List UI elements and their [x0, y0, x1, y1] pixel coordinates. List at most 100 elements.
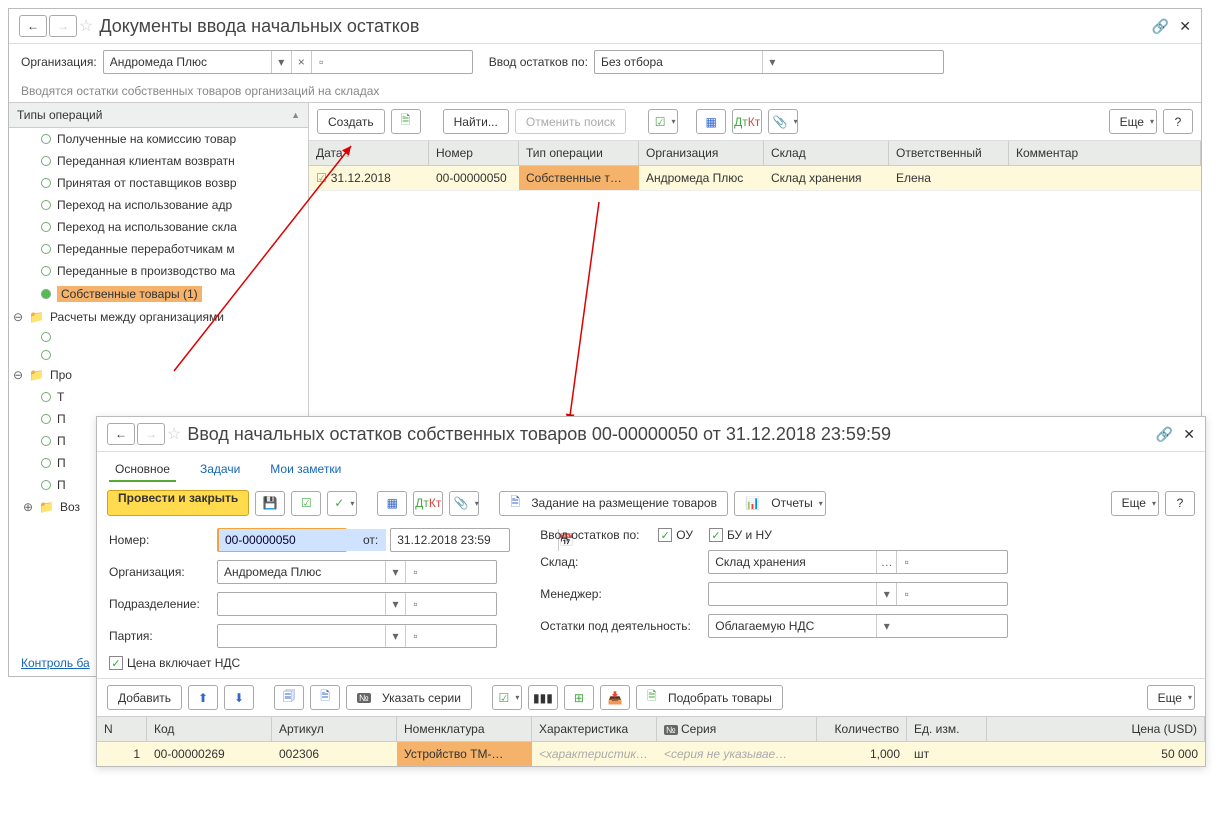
org-dropdown-icon[interactable]: ▾ [271, 51, 291, 73]
org-field[interactable]: ▾▫ [217, 560, 497, 584]
items-toolbar: Добавить ⬆ ⬇ 🗐 🗎 № Указать серии ☑▾ ▮▮▮ … [97, 678, 1205, 716]
tab-main[interactable]: Основное [109, 458, 176, 482]
org-field[interactable]: ▾ × ▫ [103, 50, 473, 74]
party-input[interactable] [218, 625, 385, 647]
open-icon[interactable]: ▫ [896, 551, 916, 573]
task-button[interactable]: 🗎 Задание на размещение товаров [499, 491, 728, 516]
filter-field[interactable]: ▾ [594, 50, 944, 74]
save-button[interactable]: 💾 [255, 491, 285, 516]
more-button[interactable]: Еще▾ [1111, 491, 1159, 516]
org-input[interactable] [104, 51, 271, 73]
dtk-button[interactable]: ДтКт [732, 109, 762, 134]
items-grid[interactable]: N Код Артикул Номенклатура Характеристик… [97, 716, 1205, 766]
number-input[interactable] [219, 529, 386, 551]
party-field[interactable]: ▾▫ [217, 624, 497, 648]
add-button[interactable]: Добавить [107, 685, 182, 710]
reports-button[interactable]: 📊 Отчеты▾ [734, 491, 826, 516]
help-button[interactable]: ? [1165, 491, 1195, 516]
move-up-button[interactable]: ⬆ [188, 685, 218, 710]
link-icon[interactable]: 🔗 [1152, 18, 1169, 35]
wh-label: Склад: [540, 555, 700, 569]
paste-button[interactable]: 🗎 [310, 685, 340, 710]
folder-icon: 📁 [39, 500, 54, 514]
select-icon[interactable]: … [876, 551, 896, 573]
titlebar: ← → ☆ Документы ввода начальных остатков… [9, 9, 1201, 44]
copy-button[interactable]: 🗎 [391, 109, 421, 134]
mgr-input[interactable] [709, 583, 876, 605]
org-input[interactable] [218, 561, 385, 583]
tab-tasks[interactable]: Задачи [194, 458, 246, 482]
dropdown-icon[interactable]: ▾ [385, 625, 405, 647]
favorite-icon[interactable]: ☆ [167, 424, 181, 444]
open-icon[interactable]: ▫ [405, 593, 425, 615]
more-button-2[interactable]: Еще▾ [1147, 685, 1195, 710]
nav-fwd-button[interactable]: → [49, 15, 77, 37]
filter-dropdown-icon[interactable]: ▾ [762, 51, 782, 73]
org-clear-icon[interactable]: × [291, 51, 311, 73]
pick-button[interactable]: 🗎 Подобрать товары [636, 685, 783, 710]
mgr-field[interactable]: ▾▫ [708, 582, 1008, 606]
party-label: Партия: [109, 629, 209, 643]
ost-label: Ввод остатков по: [540, 528, 650, 542]
move-down-button[interactable]: ⬇ [224, 685, 254, 710]
act-field[interactable]: ▾ [708, 614, 1008, 638]
approve-button[interactable]: ✓▾ [327, 491, 357, 516]
create-button[interactable]: Создать [317, 109, 385, 134]
table-row[interactable]: ☑31.12.2018 00-00000050 Собственные т… А… [309, 166, 1201, 191]
attach-button[interactable]: 📎▾ [768, 109, 798, 134]
control-link[interactable]: Контроль ба [9, 650, 102, 676]
nav-back-button[interactable]: ← [19, 15, 47, 37]
barcode-button[interactable]: ▮▮▮ [528, 685, 558, 710]
copy-button[interactable]: 🗐 [274, 685, 304, 710]
dropdown-icon[interactable]: ▾ [385, 561, 405, 583]
number-field[interactable] [217, 528, 347, 552]
close-icon[interactable]: ✕ [1179, 18, 1191, 35]
form-button[interactable]: ▦ [377, 491, 407, 516]
tab-notes[interactable]: Мои заметки [264, 458, 347, 482]
vat-checkbox[interactable]: ✓Цена включает НДС [109, 656, 240, 670]
expand-button[interactable]: ⊞ [564, 685, 594, 710]
nav-fwd-button[interactable]: → [137, 423, 165, 445]
wh-field[interactable]: …▫ [708, 550, 1008, 574]
act-input[interactable] [709, 615, 876, 637]
more-button[interactable]: Еще▾ [1109, 109, 1157, 134]
ou-checkbox[interactable]: ✓ОУ [658, 528, 693, 542]
open-icon[interactable]: ▫ [405, 561, 425, 583]
dept-field[interactable]: ▾▫ [217, 592, 497, 616]
series-button[interactable]: № Указать серии [346, 685, 472, 710]
open-icon[interactable]: ▫ [896, 583, 916, 605]
favorite-icon[interactable]: ☆ [79, 16, 93, 36]
post-close-button[interactable]: Провести и закрыть [107, 490, 249, 516]
wh-input[interactable] [709, 551, 876, 573]
fill-button[interactable]: ☑▾ [492, 685, 522, 710]
bu-checkbox[interactable]: ✓БУ и НУ [709, 528, 772, 542]
find-button[interactable]: Найти... [443, 109, 509, 134]
post-button[interactable]: ☑▾ [648, 109, 678, 134]
link-icon[interactable]: 🔗 [1156, 426, 1173, 443]
help-button[interactable]: ? [1163, 109, 1193, 134]
detail-window: ← → ☆ Ввод начальных остатков собственны… [96, 416, 1206, 767]
filter-input[interactable] [595, 51, 762, 73]
close-icon[interactable]: ✕ [1183, 426, 1195, 443]
table-row[interactable]: 1 00-00000269 002306 Устройство ТМ-… <ха… [97, 742, 1205, 766]
mgr-label: Менеджер: [540, 587, 700, 601]
org-label: Организация: [109, 565, 209, 579]
import-button[interactable]: 📥 [600, 685, 630, 710]
cancel-search-button[interactable]: Отменить поиск [515, 109, 626, 134]
dept-input[interactable] [218, 593, 385, 615]
open-icon[interactable]: ▫ [405, 625, 425, 647]
attach-button[interactable]: 📎▾ [449, 491, 479, 516]
dropdown-icon[interactable]: ▾ [876, 615, 896, 637]
dept-label: Подразделение: [109, 597, 209, 611]
form-button[interactable]: ▦ [696, 109, 726, 134]
post-button[interactable]: ☑ [291, 491, 321, 516]
tree-sort-icon[interactable]: ▲ [291, 110, 300, 120]
nav-back-button[interactable]: ← [107, 423, 135, 445]
org-open-icon[interactable]: ▫ [311, 51, 331, 73]
date-input[interactable] [391, 529, 558, 551]
dropdown-icon[interactable]: ▾ [385, 593, 405, 615]
dropdown-icon[interactable]: ▾ [876, 583, 896, 605]
window-title: Документы ввода начальных остатков [99, 16, 419, 37]
dtk-button[interactable]: ДтКт [413, 491, 443, 516]
date-field[interactable]: 📅 [390, 528, 510, 552]
